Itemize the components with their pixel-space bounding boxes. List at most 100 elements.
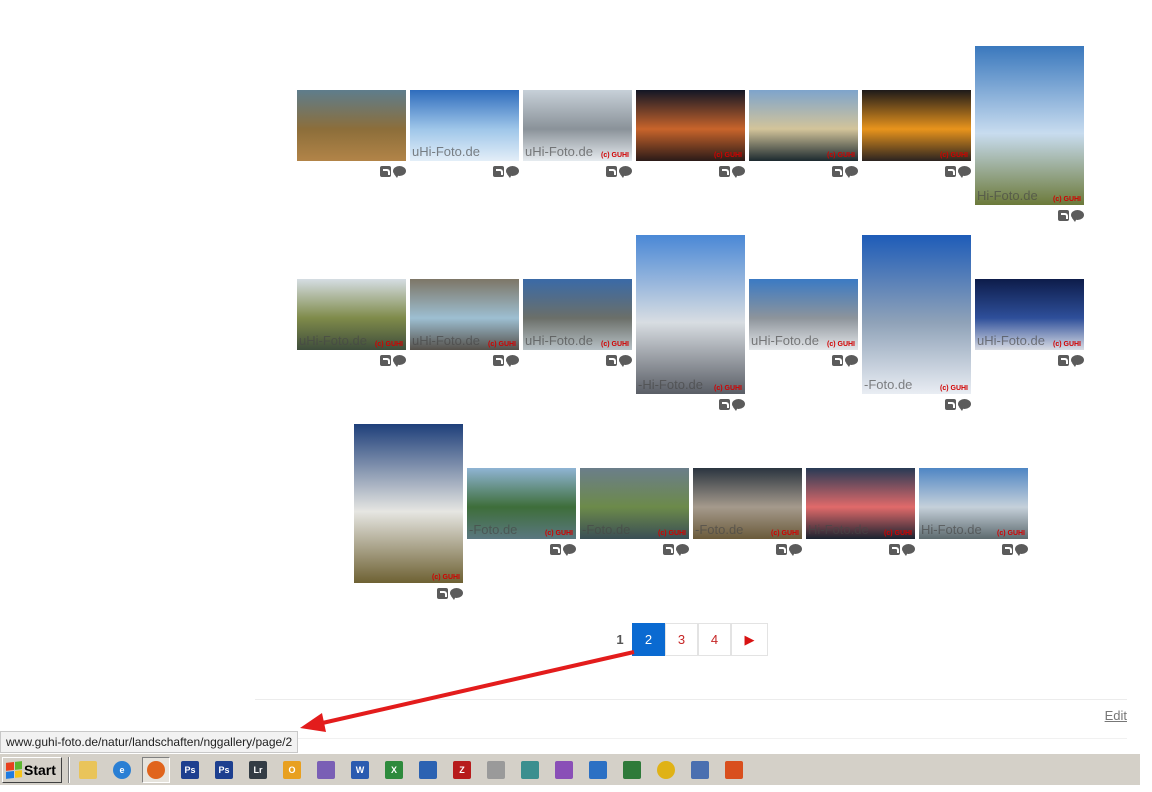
image-viewer-taskbar-button[interactable]: [584, 757, 612, 783]
start-button[interactable]: Start: [2, 756, 62, 783]
share-icon[interactable]: [493, 165, 504, 177]
thumbnail-copyright: (c) GUHI: [940, 152, 968, 159]
gallery-thumbnail[interactable]: uHi-Foto.de: [410, 90, 519, 161]
share-icon[interactable]: [380, 165, 391, 177]
gallery-thumbnail[interactable]: Hi-Foto.de (c) GUHI: [919, 468, 1028, 539]
next-page-button[interactable]: ▶: [731, 623, 768, 656]
show-desktop-icon: [79, 760, 97, 779]
word-taskbar-button[interactable]: W: [346, 757, 374, 783]
comment-icon[interactable]: [845, 355, 858, 367]
gallery-item: -Foto.de (c) GUHI: [467, 468, 576, 556]
page-2-link-active[interactable]: 2: [632, 623, 665, 656]
comment-icon[interactable]: [902, 544, 915, 556]
comment-icon[interactable]: [563, 544, 576, 556]
share-icon[interactable]: [719, 398, 730, 410]
share-icon[interactable]: [550, 543, 561, 555]
grid-app-taskbar-button[interactable]: [720, 757, 748, 783]
comment-icon[interactable]: [958, 399, 971, 411]
comment-icon[interactable]: [732, 166, 745, 178]
filezilla-taskbar-button[interactable]: Z: [448, 757, 476, 783]
photoshop-taskbar-button[interactable]: Ps: [176, 757, 204, 783]
page-3-link[interactable]: 3: [665, 623, 698, 656]
share-icon[interactable]: [1002, 543, 1013, 555]
share-icon[interactable]: [437, 587, 448, 599]
comment-icon[interactable]: [958, 166, 971, 178]
gallery-thumbnail[interactable]: -Foto.de (c) GUHI: [580, 468, 689, 539]
gallery-thumbnail[interactable]: uHi-Foto.de (c) GUHI: [523, 90, 632, 161]
share-icon[interactable]: [945, 398, 956, 410]
gallery-thumbnail[interactable]: uHi-Foto.de (c) GUHI: [523, 279, 632, 350]
edit-link[interactable]: Edit: [1105, 708, 1127, 723]
network-connection-taskbar-button[interactable]: [686, 757, 714, 783]
gallery-thumbnail[interactable]: (c) GUHI: [636, 90, 745, 161]
thumbnail-copyright: (c) GUHI: [1053, 196, 1081, 203]
thumbnail-actions: [606, 354, 632, 367]
comment-icon[interactable]: [1071, 210, 1084, 222]
comment-icon[interactable]: [619, 166, 632, 178]
internet-explorer-taskbar-button[interactable]: e: [108, 757, 136, 783]
thumbnail-watermark: Hi-Foto.de: [808, 522, 869, 537]
thumbnail-actions: [832, 165, 858, 178]
comment-icon[interactable]: [676, 544, 689, 556]
gallery-thumbnail[interactable]: uHi-Foto.de (c) GUHI: [749, 279, 858, 350]
media-taskbar-button[interactable]: [482, 757, 510, 783]
gallery-thumbnail[interactable]: [297, 90, 406, 161]
internet-explorer-icon: e: [113, 760, 131, 779]
norton-taskbar-button[interactable]: [652, 757, 680, 783]
page-1-current: 1: [616, 632, 624, 647]
comment-icon[interactable]: [619, 355, 632, 367]
image-viewer-icon: [589, 760, 607, 779]
firefox-taskbar-button[interactable]: [142, 756, 170, 783]
thumbnail-actions: [1058, 209, 1084, 222]
comment-icon[interactable]: [1071, 355, 1084, 367]
show-desktop-taskbar-button[interactable]: [74, 757, 102, 783]
share-icon[interactable]: [663, 543, 674, 555]
gallery-item: (c) GUHI: [749, 90, 858, 178]
onenote-taskbar-button[interactable]: [312, 757, 340, 783]
comment-icon[interactable]: [506, 355, 519, 367]
share-icon[interactable]: [719, 165, 730, 177]
share-icon[interactable]: [606, 165, 617, 177]
gallery-thumbnail[interactable]: (c) GUHI: [354, 424, 463, 583]
share-icon[interactable]: [832, 165, 843, 177]
gallery-thumbnail[interactable]: -Foto.de (c) GUHI: [693, 468, 802, 539]
gallery-thumbnail[interactable]: Hi-Foto.de (c) GUHI: [806, 468, 915, 539]
gallery-thumbnail[interactable]: uHi-Foto.de (c) GUHI: [297, 279, 406, 350]
gallery-thumbnail[interactable]: (c) GUHI: [862, 90, 971, 161]
outlook-taskbar-button[interactable]: O: [278, 757, 306, 783]
gallery-thumbnail[interactable]: uHi-Foto.de (c) GUHI: [410, 279, 519, 350]
share-icon[interactable]: [380, 354, 391, 366]
comment-icon[interactable]: [732, 399, 745, 411]
share-icon[interactable]: [889, 543, 900, 555]
excel-taskbar-button[interactable]: X: [380, 757, 408, 783]
comment-icon[interactable]: [789, 544, 802, 556]
gallery-item: [297, 90, 406, 178]
comment-icon[interactable]: [506, 166, 519, 178]
lightroom-taskbar-button[interactable]: Lr: [244, 757, 272, 783]
gallery-thumbnail[interactable]: -Hi-Foto.de (c) GUHI: [636, 235, 745, 394]
share-icon[interactable]: [776, 543, 787, 555]
gallery-thumbnail[interactable]: -Foto.de (c) GUHI: [467, 468, 576, 539]
share-icon[interactable]: [493, 354, 504, 366]
page-4-link[interactable]: 4: [698, 623, 731, 656]
gallery-thumbnail[interactable]: Hi-Foto.de (c) GUHI: [975, 46, 1084, 205]
comment-icon[interactable]: [845, 166, 858, 178]
comment-icon[interactable]: [450, 588, 463, 600]
app-window-taskbar-button[interactable]: [414, 757, 442, 783]
comment-icon[interactable]: [393, 166, 406, 178]
paint-taskbar-button[interactable]: [550, 757, 578, 783]
gallery-thumbnail[interactable]: uHi-Foto.de (c) GUHI: [975, 279, 1084, 350]
comment-icon[interactable]: [393, 355, 406, 367]
gallery-thumbnail[interactable]: -Foto.de (c) GUHI: [862, 235, 971, 394]
photoshop-2-taskbar-button[interactable]: Ps: [210, 757, 238, 783]
share-icon[interactable]: [606, 354, 617, 366]
gallery-thumbnail[interactable]: (c) GUHI: [749, 90, 858, 161]
comment-icon[interactable]: [1015, 544, 1028, 556]
share-icon[interactable]: [1058, 354, 1069, 366]
share-icon[interactable]: [1058, 209, 1069, 221]
status-bar-url: www.guhi-foto.de/natur/landschaften/ngga…: [0, 731, 299, 753]
share-icon[interactable]: [832, 354, 843, 366]
chart-app-taskbar-button[interactable]: [618, 757, 646, 783]
network-taskbar-button[interactable]: [516, 757, 544, 783]
share-icon[interactable]: [945, 165, 956, 177]
